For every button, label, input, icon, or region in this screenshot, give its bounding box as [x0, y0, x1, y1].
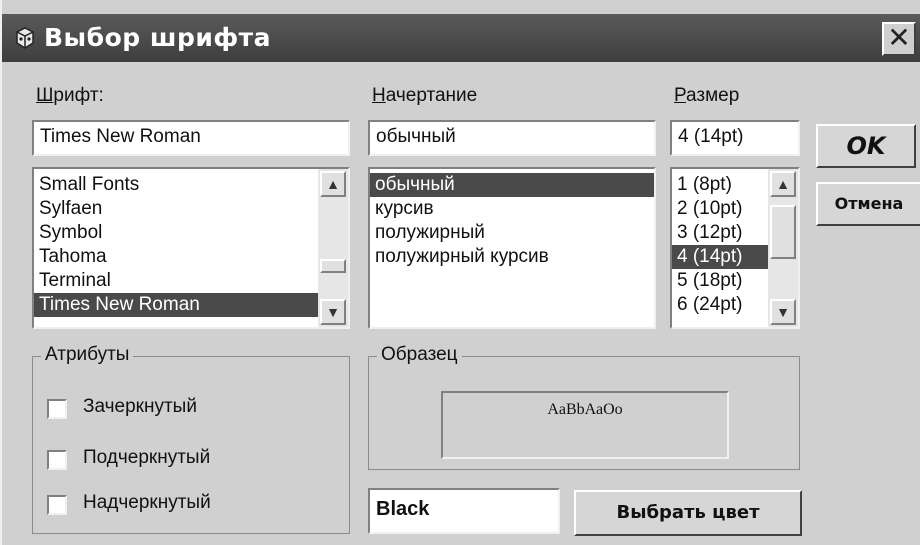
- underline-checkbox[interactable]: [47, 450, 67, 470]
- strikethrough-checkbox[interactable]: [47, 399, 67, 419]
- font-list-scrollbar[interactable]: ▲ ▼: [318, 169, 348, 327]
- overline-checkbox[interactable]: [47, 495, 67, 515]
- list-item[interactable]: 5 (18pt): [672, 269, 768, 293]
- sample-preview: AaBbАаОо: [441, 391, 729, 459]
- list-item[interactable]: курсив: [370, 197, 654, 221]
- attributes-group: Атрибуты Зачеркнутый Подчеркнутый Надчер…: [32, 344, 350, 534]
- underline-label: Подчеркнутый: [83, 447, 211, 468]
- scroll-up-icon[interactable]: ▲: [770, 171, 796, 197]
- list-item[interactable]: Times New Roman: [34, 293, 318, 317]
- app-icon: [16, 27, 34, 49]
- sample-group: Образец AaBbАаОо: [368, 344, 800, 470]
- scroll-down-icon[interactable]: ▼: [320, 299, 346, 325]
- list-item[interactable]: 1 (8pt): [672, 173, 768, 197]
- list-item[interactable]: Terminal: [34, 269, 318, 293]
- list-item[interactable]: полужирный курсив: [370, 245, 654, 269]
- font-list[interactable]: Small Fonts Sylfaen Symbol Tahoma Terminal Ti…: [32, 167, 350, 329]
- sample-legend: Образец: [377, 344, 462, 366]
- font-name-input[interactable]: Times New Roman: [32, 120, 350, 156]
- title-bar[interactable]: Выбор шрифта ✕: [2, 14, 920, 62]
- font-style-list[interactable]: обычный курсив полужирный полужирный курсив: [368, 167, 656, 329]
- scroll-down-icon[interactable]: ▼: [770, 299, 796, 325]
- scroll-thumb[interactable]: [770, 205, 796, 259]
- choose-color-button[interactable]: Выбрать цвет: [574, 490, 802, 536]
- size-label: Размер: [674, 85, 740, 106]
- strikethrough-label: Зачеркнутый: [83, 396, 197, 417]
- style-label: Начертание: [372, 85, 478, 106]
- cancel-button[interactable]: Отмена: [816, 182, 920, 226]
- font-dialog: Выбор шрифта ✕ Шрифт: Times New Roman Sm…: [0, 0, 920, 545]
- list-item[interactable]: Small Fonts: [34, 173, 318, 197]
- list-item[interactable]: 2 (10pt): [672, 197, 768, 221]
- font-style-input[interactable]: обычный: [368, 120, 656, 156]
- color-input[interactable]: Black: [368, 488, 560, 534]
- scroll-thumb[interactable]: [320, 259, 346, 273]
- attributes-legend: Атрибуты: [41, 344, 134, 366]
- list-item[interactable]: 3 (12pt): [672, 221, 768, 245]
- sample-text: AaBbАаОо: [547, 401, 623, 418]
- close-button[interactable]: ✕: [882, 22, 916, 56]
- list-item[interactable]: Tahoma: [34, 245, 318, 269]
- list-item[interactable]: полужирный: [370, 221, 654, 245]
- font-size-input[interactable]: 4 (14pt): [670, 120, 800, 156]
- list-item[interactable]: 6 (24pt): [672, 293, 768, 317]
- font-label: Шрифт:: [36, 85, 104, 106]
- overline-label: Надчеркнутый: [83, 492, 211, 513]
- list-item[interactable]: обычный: [370, 173, 654, 197]
- ok-button[interactable]: OK: [816, 124, 916, 168]
- close-icon: ✕: [887, 22, 911, 53]
- font-size-list[interactable]: 1 (8pt) 2 (10pt) 3 (12pt) 4 (14pt) 5 (18pt) 6…: [670, 167, 800, 329]
- list-item[interactable]: 4 (14pt): [672, 245, 768, 269]
- window-title: Выбор шрифта: [44, 23, 272, 52]
- scroll-up-icon[interactable]: ▲: [320, 171, 346, 197]
- list-item[interactable]: Symbol: [34, 221, 318, 245]
- size-list-scrollbar[interactable]: ▲ ▼: [768, 169, 798, 327]
- list-item[interactable]: Sylfaen: [34, 197, 318, 221]
